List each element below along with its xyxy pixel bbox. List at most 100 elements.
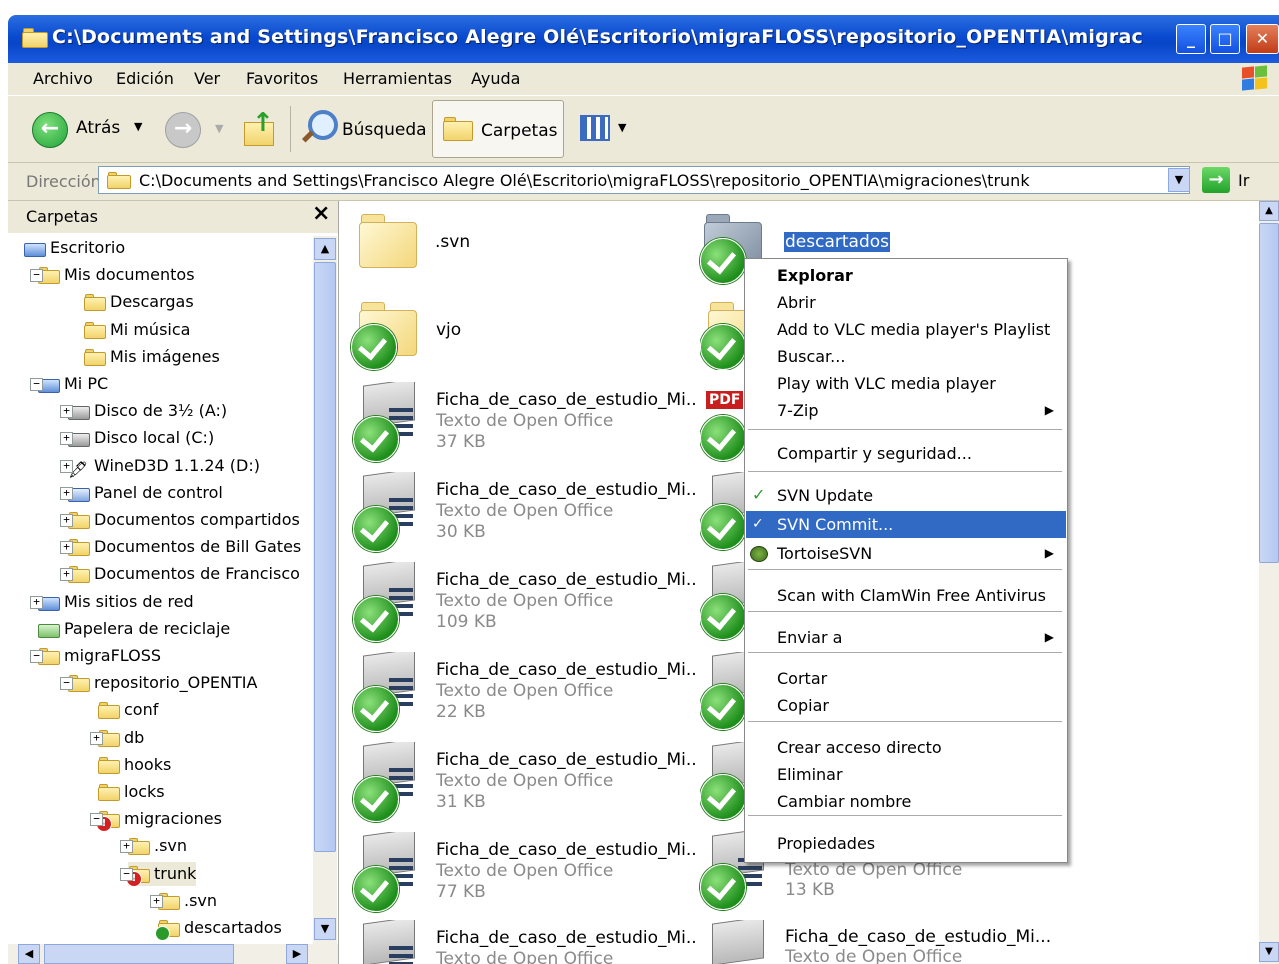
up-folder-button[interactable]: ↑ xyxy=(240,108,278,148)
file-item-doc[interactable]: Ficha_de_caso_de_estudio_Mi... Texto de O… xyxy=(351,382,696,466)
go-button[interactable]: → Ir xyxy=(1202,166,1274,196)
menu-archivo[interactable]: Archivo xyxy=(33,69,93,88)
content-vscrollbar[interactable]: ▲ ▼ xyxy=(1259,201,1279,964)
file-item-partial[interactable] xyxy=(700,472,744,552)
menu-item-eliminar[interactable]: Eliminar xyxy=(746,761,1066,788)
expand-icon[interactable]: + xyxy=(150,894,163,908)
tree-item-descartados[interactable]: descartados xyxy=(155,916,282,941)
menu-item-7-zip[interactable]: 7-Zip ▶ xyxy=(746,397,1066,424)
collapse-icon[interactable]: − xyxy=(120,867,133,881)
folder-scroll-thumb[interactable] xyxy=(314,262,336,852)
expand-icon[interactable]: + xyxy=(60,432,73,446)
address-dropdown-button[interactable]: ▼ xyxy=(1168,168,1190,192)
file-item-doc[interactable]: Ficha_de_caso_de_estudio_Mi... Texto de O… xyxy=(351,832,696,916)
expand-icon[interactable]: + xyxy=(30,595,43,609)
expand-icon[interactable]: + xyxy=(60,568,73,582)
tree-item-mis-im-genes[interactable]: Mis imágenes xyxy=(84,345,220,369)
back-button[interactable]: ← Atrás ▼ xyxy=(32,110,152,148)
menu-item-tortoisesvn[interactable]: TortoiseSVN ▶ xyxy=(746,540,1066,567)
menu-ver[interactable]: Ver xyxy=(194,69,220,88)
folder-pane-close-button[interactable]: × xyxy=(312,201,330,226)
folder-pane-hscrollbar[interactable]: ◀ ▶ xyxy=(8,944,338,964)
tree-item-escritorio[interactable]: Escritorio xyxy=(24,236,125,260)
folder-hscroll-left-button[interactable]: ◀ xyxy=(18,944,40,964)
expand-icon[interactable]: + xyxy=(60,405,73,419)
expand-icon[interactable]: + xyxy=(60,486,73,500)
menu-item-scan-with-clamwin-free-antivirus[interactable]: Scan with ClamWin Free Antivirus xyxy=(746,582,1066,609)
file-item-doc[interactable]: Ficha_de_caso_de_estudio_Mi... Texto de O… xyxy=(351,920,696,964)
search-button[interactable]: Búsqueda xyxy=(300,108,427,148)
back-dropdown-icon[interactable]: ▼ xyxy=(134,120,142,133)
file-item-doc[interactable]: Ficha_de_caso_de_estudio_Mi... Texto de O… xyxy=(351,652,696,736)
file-item-doc[interactable]: Ficha_de_caso_de_estudio_Mi... Texto de O… xyxy=(351,562,696,646)
folder-hscroll-right-button[interactable]: ▶ xyxy=(286,944,308,964)
tree-item-panel-de-control[interactable]: Panel de control xyxy=(68,481,223,505)
content-scroll-down-button[interactable]: ▼ xyxy=(1259,942,1279,962)
file-item-doc-bottom-right[interactable]: Ficha_de_caso_de_estudio_Mi... Texto de … xyxy=(700,920,1060,964)
tree-item-documentos-de-bill-gates[interactable]: Documentos de Bill Gates xyxy=(68,535,301,559)
menu-item-abrir[interactable]: Abrir xyxy=(746,289,1066,316)
file-item-doc[interactable]: Ficha_de_caso_de_estudio_Mi... Texto de O… xyxy=(351,742,696,826)
menu-item-compartir-y-seguridad[interactable]: Compartir y seguridad... xyxy=(746,440,1066,467)
menu-item-add-to-vlc-media-player-s-playlist[interactable]: Add to VLC media player's Playlist xyxy=(746,316,1066,343)
menu-item-svn-commit[interactable]: ✓ SVN Commit... xyxy=(746,511,1066,538)
menu-item-cortar[interactable]: Cortar xyxy=(746,665,1066,692)
content-scroll-up-button[interactable]: ▲ xyxy=(1259,201,1279,221)
menu-herramientas[interactable]: Herramientas xyxy=(343,69,452,88)
tree-item-descargas[interactable]: Descargas xyxy=(84,290,194,314)
tree-item-repositorio-opentia[interactable]: repositorio_OPENTIA xyxy=(68,671,257,695)
tree-item-svn[interactable]: .svn xyxy=(128,834,187,858)
menu-item-svn-update[interactable]: ✓ SVN Update xyxy=(746,482,1066,509)
tree-item-migrafloss[interactable]: migraFLOSS xyxy=(38,644,161,668)
folder-pane-vscrollbar[interactable]: ▲ ▼ xyxy=(313,236,337,944)
tree-item-mi-pc[interactable]: Mi PC xyxy=(38,372,108,396)
menu-item-propiedades[interactable]: Propiedades xyxy=(746,830,1066,857)
tree-item-svn[interactable]: .svn xyxy=(158,889,217,913)
collapse-icon[interactable]: − xyxy=(60,677,73,691)
collapse-icon[interactable]: − xyxy=(30,650,43,663)
menu-favoritos[interactable]: Favoritos xyxy=(246,69,318,88)
menu-item-copiar[interactable]: Copiar xyxy=(746,692,1066,719)
file-item-partial-folder[interactable] xyxy=(700,298,744,370)
menu-item-crear-acceso-directo[interactable]: Crear acceso directo xyxy=(746,734,1066,761)
folder-scroll-down-button[interactable]: ▼ xyxy=(314,918,336,940)
content-scroll-thumb[interactable] xyxy=(1259,223,1279,563)
collapse-icon[interactable]: − xyxy=(30,378,43,391)
tree-item-disco-de-3-a[interactable]: Disco de 3½ (A:) xyxy=(68,399,227,423)
tree-item-disco-local-c[interactable]: Disco local (C:) xyxy=(68,426,214,450)
tree-item-documentos-de-francisco[interactable]: Documentos de Francisco xyxy=(68,562,300,586)
minimize-button[interactable]: _ xyxy=(1176,24,1206,54)
expand-icon[interactable]: + xyxy=(60,541,73,555)
tree-item-documentos-compartidos[interactable]: Documentos compartidos xyxy=(68,508,300,532)
tree-item-locks[interactable]: locks xyxy=(98,780,165,804)
file-item-doc[interactable]: Ficha_de_caso_de_estudio_Mi... Texto de O… xyxy=(351,472,696,556)
folders-button[interactable]: Carpetas xyxy=(432,100,564,158)
tree-item-migraciones[interactable]: ! migraciones xyxy=(96,807,222,833)
file-item-partial[interactable] xyxy=(700,742,744,822)
tree-item-mis-sitios-de-red[interactable]: Mis sitios de red xyxy=(38,590,194,614)
folder-hscroll-thumb[interactable] xyxy=(44,944,234,964)
file-item-partial[interactable] xyxy=(700,562,744,642)
tree-item-conf[interactable]: conf xyxy=(98,698,158,722)
tree-item-db[interactable]: db xyxy=(98,726,144,750)
menu-edicion[interactable]: Edición xyxy=(116,69,174,88)
tree-item-hooks[interactable]: hooks xyxy=(98,753,171,777)
file-item-vjo[interactable]: vjo xyxy=(351,298,671,370)
tree-item-mis-documentos[interactable]: Mis documentos xyxy=(38,263,195,287)
menu-ayuda[interactable]: Ayuda xyxy=(471,69,520,88)
expand-icon[interactable]: + xyxy=(60,459,73,473)
file-item-partial[interactable] xyxy=(700,652,744,732)
collapse-icon[interactable]: − xyxy=(30,269,43,283)
collapse-icon[interactable]: − xyxy=(90,813,103,827)
forward-dropdown-icon[interactable]: ▼ xyxy=(215,122,223,135)
maximize-button[interactable]: □ xyxy=(1210,24,1240,54)
close-button[interactable]: ✕ xyxy=(1246,24,1279,54)
tree-item-mi-m-sica[interactable]: Mi música xyxy=(84,318,190,342)
views-button[interactable]: ▼ xyxy=(578,113,634,145)
folder-scroll-up-button[interactable]: ▲ xyxy=(314,238,336,260)
menu-item-explorar[interactable]: Explorar xyxy=(746,262,1066,289)
forward-button[interactable]: → ▼ xyxy=(165,112,225,148)
expand-icon[interactable]: + xyxy=(90,731,103,745)
address-field[interactable]: C:\Documents and Settings\Francisco Aleg… xyxy=(98,166,1190,194)
tree-item-papelera-de-reciclaje[interactable]: Papelera de reciclaje xyxy=(38,617,230,641)
